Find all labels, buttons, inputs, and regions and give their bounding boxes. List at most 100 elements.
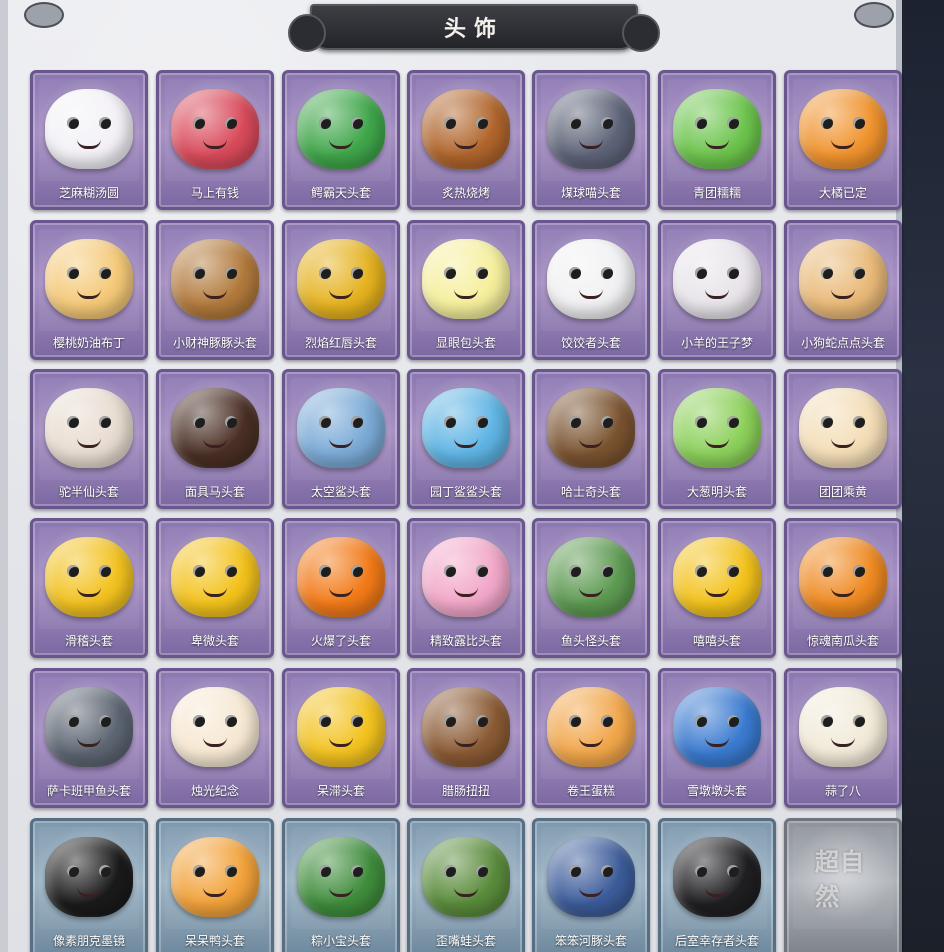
headwear-card[interactable]: 青团糯糯	[658, 70, 776, 210]
headwear-card[interactable]: 鱼头怪头套	[532, 518, 650, 658]
headwear-card[interactable]: 小财神豚豚头套	[156, 220, 274, 360]
mouth	[454, 587, 478, 597]
husky-head-icon	[547, 388, 635, 468]
headwear-card[interactable]: 芝麻糊汤圆	[30, 70, 148, 210]
headwear-label: 像素朋克墨镜	[52, 934, 125, 948]
headwear-label: 芝麻糊汤圆	[58, 186, 119, 200]
headwear-card[interactable]: 惊魂南瓜头套	[784, 518, 902, 658]
eye	[193, 715, 205, 727]
pudding-head-icon	[45, 239, 133, 319]
headwear-label: 马上有钱	[190, 186, 239, 200]
headwear-card[interactable]: 卷王蛋糕	[532, 668, 650, 808]
pikachu-head-icon	[297, 239, 385, 319]
headwear-card[interactable]: 后室幸存者头套	[658, 818, 776, 952]
mouth	[831, 737, 855, 747]
headwear-card[interactable]: 嘻嘻头套	[658, 518, 776, 658]
headwear-card[interactable]: 太空鲨头套	[282, 369, 400, 509]
headwear-label: 卷王蛋糕	[566, 784, 615, 798]
headwear-card[interactable]: 呆滞头套	[282, 668, 400, 808]
funny-face-head-icon	[45, 537, 133, 617]
headwear-card[interactable]: 滑稽头套	[30, 518, 148, 658]
mouth	[77, 139, 101, 149]
eye	[67, 267, 79, 279]
headwear-card[interactable]: 煤球喵头套	[532, 70, 650, 210]
eye	[476, 715, 488, 727]
headwear-card[interactable]: 歪嘴蛙头套	[407, 818, 525, 952]
mouth	[454, 887, 478, 897]
mouth	[329, 438, 353, 448]
headwear-card[interactable]: 团团乘黄	[784, 369, 902, 509]
headwear-card[interactable]: 炙热烧烤	[407, 70, 525, 210]
headwear-card[interactable]: 马上有钱	[156, 70, 274, 210]
headwear-card[interactable]: 鳄霸天头套	[282, 70, 400, 210]
headwear-card[interactable]: 笨笨河豚头套	[532, 818, 650, 952]
headwear-card[interactable]: 樱桃奶油布丁	[30, 220, 148, 360]
mouth	[705, 438, 729, 448]
headwear-label: 雪墩墩头套	[686, 784, 747, 798]
headwear-card[interactable]: 大葱明头套	[658, 369, 776, 509]
headwear-card[interactable]: 饺饺者头套	[532, 220, 650, 360]
mouth	[579, 587, 603, 597]
headwear-card[interactable]: 大橘已定	[784, 70, 902, 210]
eye	[225, 865, 237, 877]
eye	[727, 565, 739, 577]
eye	[193, 565, 205, 577]
eye	[569, 416, 581, 428]
headwear-card[interactable]: 显眼包头套	[407, 220, 525, 360]
headwear-card[interactable]: 小狗蛇点点头套	[784, 220, 902, 360]
headwear-panel: 头饰 芝麻糊汤圆 马上有钱 鳄霸天头套 炙热烧烤 煤球喵头套 青团糯糯 大橘已定 樱桃奶油布丁…	[0, 0, 902, 952]
headwear-card[interactable]: 火爆了头套	[282, 518, 400, 658]
crocodile-head-icon	[297, 89, 385, 169]
eye	[601, 267, 613, 279]
humble-face-head-icon	[171, 537, 259, 617]
headwear-card[interactable]: 粽小宝头套	[282, 818, 400, 952]
qingtuan-head-icon	[673, 89, 761, 169]
eye	[351, 715, 363, 727]
eye	[319, 117, 331, 129]
garlic-head-icon	[799, 687, 887, 767]
horse-mask-head-icon	[171, 388, 259, 468]
mouth	[831, 587, 855, 597]
eye	[569, 715, 581, 727]
headwear-card[interactable]: 蒜了八	[784, 668, 902, 808]
eye	[853, 416, 865, 428]
mouth	[454, 737, 478, 747]
eye	[351, 416, 363, 428]
eye	[67, 865, 79, 877]
headwear-card[interactable]: 呆呆鸭头套	[156, 818, 274, 952]
eye	[444, 416, 456, 428]
headwear-card[interactable]: 哈士奇头套	[532, 369, 650, 509]
mouth	[329, 887, 353, 897]
headwear-card[interactable]: 卑微头套	[156, 518, 274, 658]
eye	[601, 715, 613, 727]
headwear-card[interactable]: 烈焰红唇头套	[282, 220, 400, 360]
eye	[695, 715, 707, 727]
eye	[727, 117, 739, 129]
eye	[695, 565, 707, 577]
headwear-card[interactable]: 精致露比头套	[407, 518, 525, 658]
orange-head-icon	[799, 89, 887, 169]
headwear-card[interactable]: 雪墩墩头套	[658, 668, 776, 808]
dog-snake-head-icon	[799, 239, 887, 319]
eye	[569, 267, 581, 279]
headwear-card[interactable]: 腊肠扭扭	[407, 668, 525, 808]
eye	[476, 416, 488, 428]
headwear-card[interactable]: 超自然	[784, 818, 902, 952]
headwear-card[interactable]: 小羊的王子梦	[658, 220, 776, 360]
headwear-label: 歪嘴蛙头套	[435, 934, 496, 948]
headwear-label: 烛光纪念	[190, 784, 239, 798]
headwear-label: 青团糯糯	[692, 186, 741, 200]
eye	[67, 715, 79, 727]
gas-mask-helmet-icon	[673, 837, 761, 917]
eye	[821, 715, 833, 727]
mouth	[77, 587, 101, 597]
headwear-card[interactable]: 像素朋克墨镜	[30, 818, 148, 952]
eye	[444, 565, 456, 577]
headwear-label: 烈焰红唇头套	[304, 336, 377, 350]
headwear-card[interactable]: 烛光纪念	[156, 668, 274, 808]
headwear-card[interactable]: 面具马头套	[156, 369, 274, 509]
headwear-card[interactable]: 园丁鲨鲨头套	[407, 369, 525, 509]
headwear-card[interactable]: 驼半仙头套	[30, 369, 148, 509]
headwear-card[interactable]: 萨卡班甲鱼头套	[30, 668, 148, 808]
mouth	[705, 887, 729, 897]
